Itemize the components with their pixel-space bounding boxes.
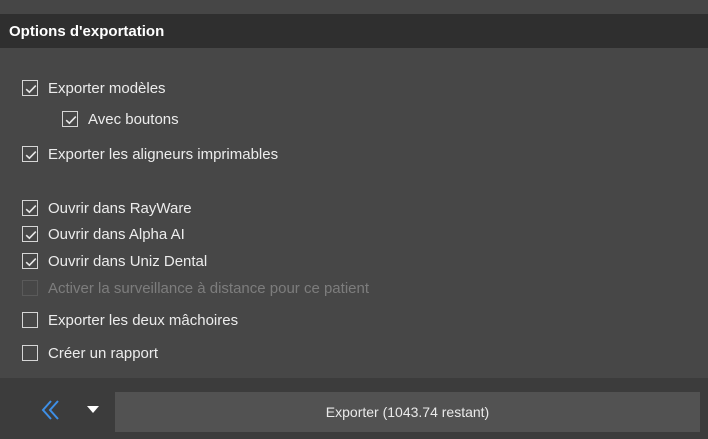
option-export-printable-aligners[interactable]: Exporter les aligneurs imprimables xyxy=(22,143,278,165)
checkmark-icon xyxy=(25,231,37,240)
option-create-report[interactable]: Créer un rapport xyxy=(22,342,158,364)
checkbox-create-report[interactable] xyxy=(22,345,38,361)
checkbox-remote-monitoring xyxy=(22,280,38,296)
checkbox-export-both-jaws[interactable] xyxy=(22,312,38,328)
checkmark-icon xyxy=(25,85,37,94)
option-with-buttons[interactable]: Avec boutons xyxy=(62,108,179,130)
option-export-models[interactable]: Exporter modèles xyxy=(22,77,166,99)
option-label: Avec boutons xyxy=(88,110,179,128)
checkbox-export-models[interactable] xyxy=(22,80,38,96)
option-export-both-jaws[interactable]: Exporter les deux mâchoires xyxy=(22,309,238,331)
export-button[interactable]: Exporter (1043.74 restant) xyxy=(115,392,700,432)
export-options-list: Exporter modèles Avec boutons Exporter l… xyxy=(0,48,708,378)
checkbox-open-rayware[interactable] xyxy=(22,200,38,216)
checkmark-icon xyxy=(25,205,37,214)
checkbox-with-buttons[interactable] xyxy=(62,111,78,127)
option-label: Exporter les aligneurs imprimables xyxy=(48,145,279,163)
option-label: Exporter les deux mâchoires xyxy=(48,311,239,329)
checkmark-icon xyxy=(25,151,37,160)
checkmark-icon xyxy=(25,258,37,267)
option-label: Créer un rapport xyxy=(48,344,159,362)
option-open-uniz-dental[interactable]: Ouvrir dans Uniz Dental xyxy=(22,250,207,272)
options-dropdown-button[interactable] xyxy=(82,398,104,420)
option-open-alpha-ai[interactable]: Ouvrir dans Alpha AI xyxy=(22,223,185,245)
option-label: Exporter modèles xyxy=(48,79,166,97)
option-label: Ouvrir dans Alpha AI xyxy=(48,225,185,243)
option-label: Activer la surveillance à distance pour … xyxy=(48,279,370,297)
panel-title: Options d'exportation xyxy=(9,23,165,40)
panel-footer: Exporter (1043.74 restant) xyxy=(0,378,708,439)
option-label: Ouvrir dans RayWare xyxy=(48,199,192,217)
checkbox-open-alpha-ai[interactable] xyxy=(22,226,38,242)
checkbox-export-printable-aligners[interactable] xyxy=(22,146,38,162)
caret-down-icon xyxy=(87,406,99,413)
back-button[interactable] xyxy=(34,393,68,427)
double-chevron-left-icon xyxy=(41,400,59,420)
panel-header: Options d'exportation xyxy=(0,14,708,48)
option-remote-monitoring: Activer la surveillance à distance pour … xyxy=(22,277,369,299)
checkmark-icon xyxy=(65,116,77,125)
option-open-rayware[interactable]: Ouvrir dans RayWare xyxy=(22,197,192,219)
option-label: Ouvrir dans Uniz Dental xyxy=(48,252,208,270)
checkbox-open-uniz-dental[interactable] xyxy=(22,253,38,269)
